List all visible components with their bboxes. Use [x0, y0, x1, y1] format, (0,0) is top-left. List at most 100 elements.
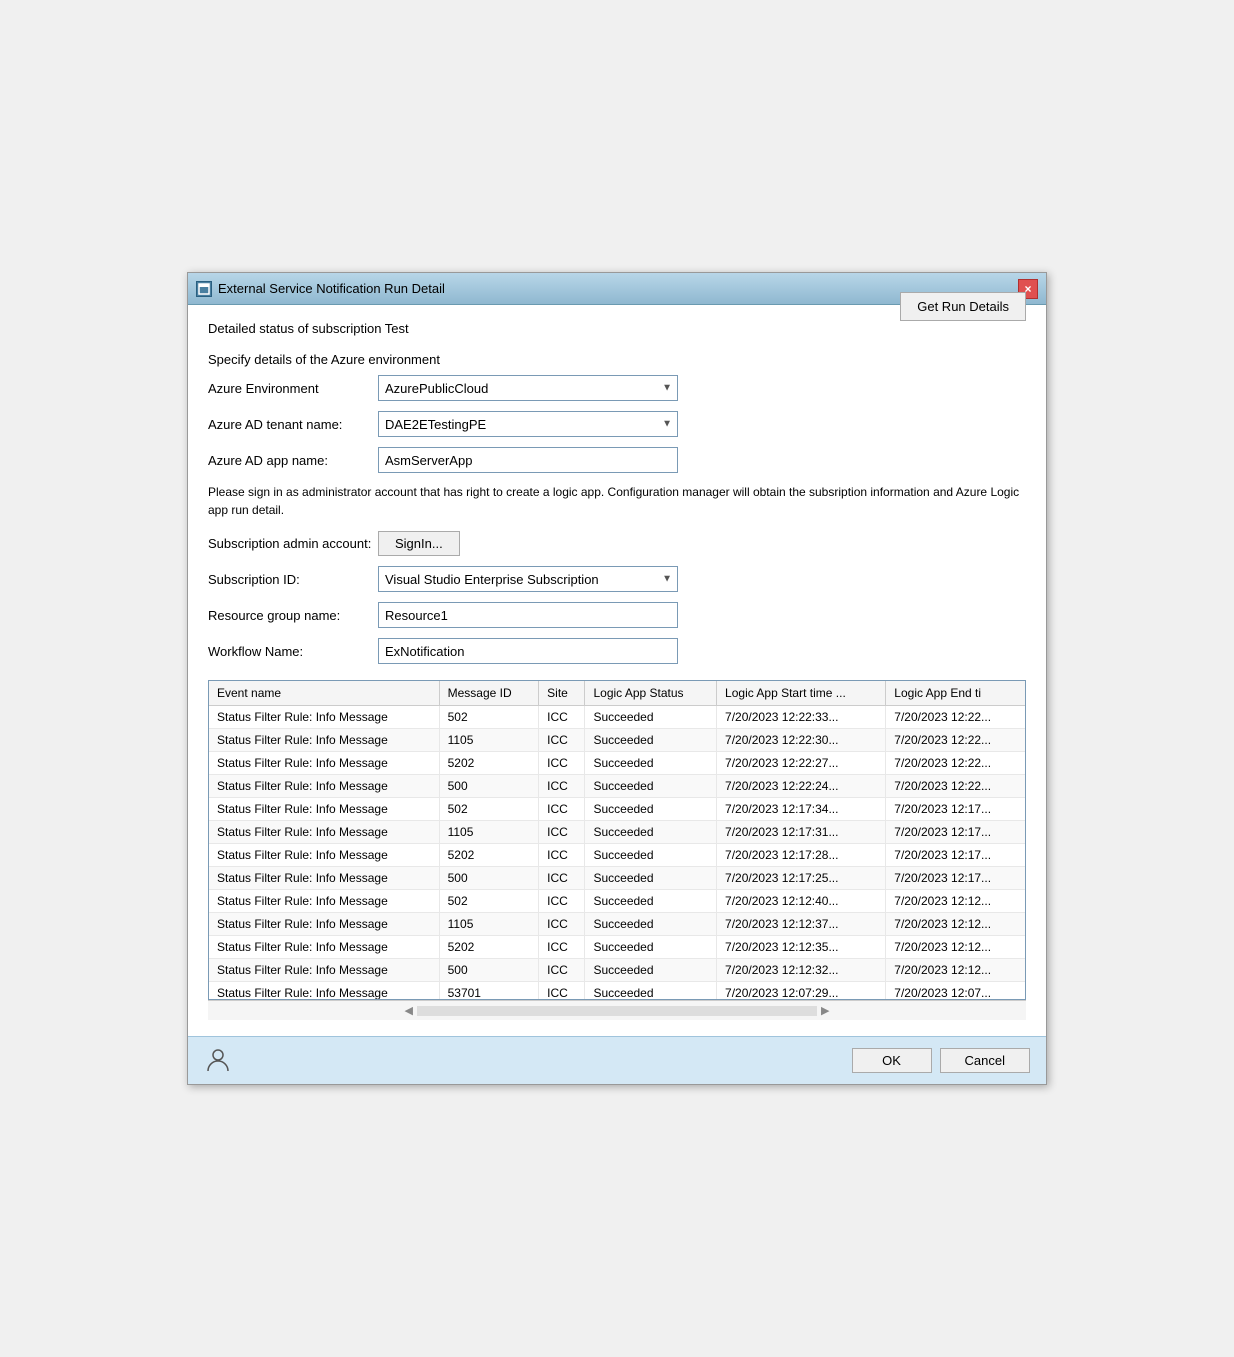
azure-section-header: Specify details of the Azure environment…: [208, 352, 1026, 367]
window-title: External Service Notification Run Detail: [218, 281, 445, 296]
col-logic-app-end: Logic App End ti: [886, 681, 1025, 706]
table-header-row: Event name Message ID Site Logic App Sta…: [209, 681, 1025, 706]
user-icon-area: [204, 1045, 232, 1076]
workflow-name-group: Workflow Name:: [208, 638, 1026, 664]
cell-11-5: 7/20/2023 12:12...: [886, 959, 1025, 982]
cell-12-1: 53701: [439, 982, 539, 1001]
cell-2-4: 7/20/2023 12:22:27...: [717, 752, 886, 775]
azure-ad-app-label: Azure AD app name:: [208, 453, 378, 468]
info-text: Please sign in as administrator account …: [208, 483, 1026, 519]
table-row: Status Filter Rule: Info Message5202ICCS…: [209, 844, 1025, 867]
cell-9-4: 7/20/2023 12:12:37...: [717, 913, 886, 936]
cell-5-1: 1105: [439, 821, 539, 844]
ok-button[interactable]: OK: [852, 1048, 932, 1073]
cell-5-5: 7/20/2023 12:17...: [886, 821, 1025, 844]
cell-4-3: Succeeded: [585, 798, 717, 821]
cell-1-5: 7/20/2023 12:22...: [886, 729, 1025, 752]
dialog-content: Detailed status of subscription Test Spe…: [188, 305, 1046, 1036]
workflow-name-label: Workflow Name:: [208, 644, 378, 659]
cell-12-0: Status Filter Rule: Info Message: [209, 982, 439, 1001]
azure-env-label: Azure Environment: [208, 381, 378, 396]
resource-group-group: Resource group name:: [208, 602, 1026, 628]
user-icon: [204, 1045, 232, 1073]
cell-2-2: ICC: [539, 752, 585, 775]
table-row: Status Filter Rule: Info Message1105ICCS…: [209, 729, 1025, 752]
cell-8-2: ICC: [539, 890, 585, 913]
table-row: Status Filter Rule: Info Message500ICCSu…: [209, 867, 1025, 890]
cell-9-2: ICC: [539, 913, 585, 936]
scroll-right-arrow[interactable]: ▶: [821, 1004, 829, 1017]
cell-11-3: Succeeded: [585, 959, 717, 982]
cell-3-4: 7/20/2023 12:22:24...: [717, 775, 886, 798]
cell-5-2: ICC: [539, 821, 585, 844]
table-row: Status Filter Rule: Info Message53701ICC…: [209, 982, 1025, 1001]
subscription-id-select[interactable]: Visual Studio Enterprise Subscription: [378, 566, 678, 592]
bottom-bar: OK Cancel: [188, 1036, 1046, 1084]
cell-0-2: ICC: [539, 706, 585, 729]
cell-1-3: Succeeded: [585, 729, 717, 752]
title-bar-left: External Service Notification Run Detail: [196, 281, 445, 297]
cell-10-1: 5202: [439, 936, 539, 959]
cell-10-0: Status Filter Rule: Info Message: [209, 936, 439, 959]
azure-env-select[interactable]: AzurePublicCloud AzureChinaCloud AzureGe…: [378, 375, 678, 401]
cell-11-4: 7/20/2023 12:12:32...: [717, 959, 886, 982]
resource-group-label: Resource group name:: [208, 608, 378, 623]
cell-7-4: 7/20/2023 12:17:25...: [717, 867, 886, 890]
cell-5-4: 7/20/2023 12:17:31...: [717, 821, 886, 844]
subscription-admin-label: Subscription admin account:: [208, 536, 378, 551]
cell-6-0: Status Filter Rule: Info Message: [209, 844, 439, 867]
cell-9-1: 1105: [439, 913, 539, 936]
cell-9-0: Status Filter Rule: Info Message: [209, 913, 439, 936]
cell-2-3: Succeeded: [585, 752, 717, 775]
subscription-id-group: Subscription ID: Visual Studio Enterpris…: [208, 566, 1026, 592]
scroll-bar-track[interactable]: [417, 1006, 817, 1016]
cell-12-2: ICC: [539, 982, 585, 1001]
cell-10-3: Succeeded: [585, 936, 717, 959]
col-message-id: Message ID: [439, 681, 539, 706]
workflow-name-input[interactable]: [378, 638, 678, 664]
cell-6-3: Succeeded: [585, 844, 717, 867]
cell-8-1: 502: [439, 890, 539, 913]
get-run-details-button[interactable]: Get Run Details: [900, 292, 1026, 321]
cell-0-5: 7/20/2023 12:22...: [886, 706, 1025, 729]
cancel-button[interactable]: Cancel: [940, 1048, 1030, 1073]
signin-button[interactable]: SignIn...: [378, 531, 460, 556]
cell-7-0: Status Filter Rule: Info Message: [209, 867, 439, 890]
cell-8-5: 7/20/2023 12:12...: [886, 890, 1025, 913]
cell-10-4: 7/20/2023 12:12:35...: [717, 936, 886, 959]
cell-7-3: Succeeded: [585, 867, 717, 890]
table-row: Status Filter Rule: Info Message5202ICCS…: [209, 936, 1025, 959]
cell-8-3: Succeeded: [585, 890, 717, 913]
cell-2-5: 7/20/2023 12:22...: [886, 752, 1025, 775]
cell-3-3: Succeeded: [585, 775, 717, 798]
cell-7-1: 500: [439, 867, 539, 890]
results-table-container[interactable]: Event name Message ID Site Logic App Sta…: [208, 680, 1026, 1000]
azure-env-select-wrapper: AzurePublicCloud AzureChinaCloud AzureGe…: [378, 375, 678, 401]
cell-6-5: 7/20/2023 12:17...: [886, 844, 1025, 867]
azure-ad-app-input[interactable]: [378, 447, 678, 473]
horizontal-scrollbar[interactable]: ◀ ▶: [208, 1000, 1026, 1020]
table-row: Status Filter Rule: Info Message500ICCSu…: [209, 775, 1025, 798]
cell-12-4: 7/20/2023 12:07:29...: [717, 982, 886, 1001]
azure-ad-tenant-group: Azure AD tenant name: DAE2ETestingPE: [208, 411, 1026, 437]
subscription-admin-group: Subscription admin account: SignIn...: [208, 531, 1026, 556]
window-icon: [196, 281, 212, 297]
cell-8-0: Status Filter Rule: Info Message: [209, 890, 439, 913]
cell-10-5: 7/20/2023 12:12...: [886, 936, 1025, 959]
cell-9-3: Succeeded: [585, 913, 717, 936]
table-body: Status Filter Rule: Info Message502ICCSu…: [209, 706, 1025, 1001]
scroll-left-arrow[interactable]: ◀: [405, 1004, 413, 1017]
cell-0-1: 502: [439, 706, 539, 729]
azure-ad-tenant-select[interactable]: DAE2ETestingPE: [378, 411, 678, 437]
cell-11-0: Status Filter Rule: Info Message: [209, 959, 439, 982]
cell-12-3: Succeeded: [585, 982, 717, 1001]
cell-7-5: 7/20/2023 12:17...: [886, 867, 1025, 890]
table-row: Status Filter Rule: Info Message1105ICCS…: [209, 913, 1025, 936]
resource-group-input[interactable]: [378, 602, 678, 628]
cell-1-1: 1105: [439, 729, 539, 752]
cell-4-1: 502: [439, 798, 539, 821]
subscription-id-label: Subscription ID:: [208, 572, 378, 587]
azure-section-label: Specify details of the Azure environment: [208, 352, 440, 367]
cell-5-3: Succeeded: [585, 821, 717, 844]
cell-11-1: 500: [439, 959, 539, 982]
